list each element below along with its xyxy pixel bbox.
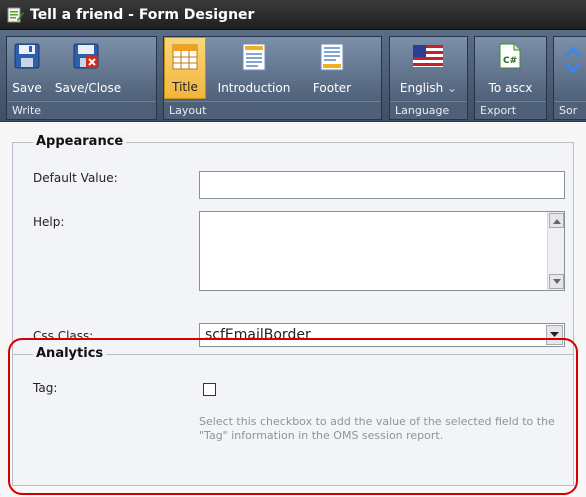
svg-text:C#: C# [503, 56, 517, 66]
footer-button-label: Footer [312, 81, 352, 95]
analytics-section: Analytics Tag: Select this checkbox to a… [12, 346, 574, 486]
tag-hint-text: Select this checkbox to add the value of… [199, 415, 555, 442]
chevron-down-icon[interactable] [546, 325, 563, 345]
csharp-file-icon: C# [499, 43, 521, 69]
introduction-button[interactable]: Introduction [206, 37, 302, 99]
chevron-down-icon: ⌄ [447, 81, 458, 95]
ribbon-toolbar: Save Save/Close Write Title Introduction… [0, 30, 586, 122]
sort-arrows-icon [564, 46, 582, 74]
default-value-input[interactable] [199, 171, 565, 199]
ribbon-group-language: English ⌄ Language [389, 36, 468, 120]
footer-icon [320, 43, 344, 71]
ribbon-group-layout-caption: Layout [164, 101, 381, 119]
field-properties-panel: Appearance Default Value: Help: Css Clas… [4, 122, 586, 497]
save-close-icon [73, 43, 99, 69]
css-class-label: Css Class: [33, 329, 94, 343]
save-close-button-label: Save/Close [54, 81, 122, 95]
ribbon-group-export: C# To ascx Export [474, 36, 547, 120]
appearance-section: Appearance Default Value: Help: Css Clas… [12, 134, 574, 360]
us-flag-icon [413, 45, 443, 67]
analytics-legend: Analytics [33, 346, 107, 361]
save-button[interactable]: Save [7, 37, 47, 99]
scroll-up-icon[interactable] [549, 213, 564, 228]
title-button-label: Title [172, 80, 198, 94]
window-titlebar: Tell a friend - Form Designer [0, 0, 586, 30]
help-scrollbar[interactable] [547, 212, 564, 290]
scroll-down-icon[interactable] [549, 274, 564, 289]
language-dropdown-text: English ⌄ [400, 81, 457, 95]
help-textarea[interactable] [199, 211, 565, 291]
tag-label: Tag: [33, 381, 58, 395]
window-title: Tell a friend - Form Designer [30, 6, 255, 23]
sort-button[interactable] [554, 37, 586, 99]
css-class-select[interactable]: scfEmailBorder [199, 323, 565, 347]
introduction-button-label: Introduction [217, 81, 291, 95]
save-button-label: Save [12, 81, 42, 95]
help-label: Help: [33, 215, 65, 229]
ribbon-group-write-caption: Write [7, 101, 156, 119]
ribbon-group-export-caption: Export [475, 101, 546, 119]
ribbon-group-sort-caption: Sor [554, 101, 586, 119]
ribbon-group-layout: Title Introduction Footer Layout [163, 36, 382, 120]
language-dropdown[interactable]: English ⌄ [390, 37, 467, 99]
floppy-disk-icon [14, 43, 40, 69]
ribbon-group-write: Save Save/Close Write [6, 36, 157, 120]
to-ascx-button[interactable]: C# To ascx [475, 37, 546, 99]
ribbon-group-language-caption: Language [390, 101, 467, 119]
default-value-label: Default Value: [33, 171, 118, 185]
language-label: English [399, 81, 444, 95]
form-designer-icon [7, 7, 24, 22]
grid-icon [172, 44, 198, 70]
appearance-legend: Appearance [33, 134, 127, 149]
css-class-value: scfEmailBorder [205, 327, 311, 343]
to-ascx-button-label: To ascx [488, 81, 533, 95]
footer-button[interactable]: Footer [302, 37, 362, 99]
tag-checkbox[interactable] [203, 383, 216, 396]
title-button[interactable]: Title [164, 37, 206, 99]
save-close-button[interactable]: Save/Close [47, 37, 129, 99]
ribbon-group-sort: Sor [553, 36, 586, 120]
introduction-icon [242, 43, 266, 71]
